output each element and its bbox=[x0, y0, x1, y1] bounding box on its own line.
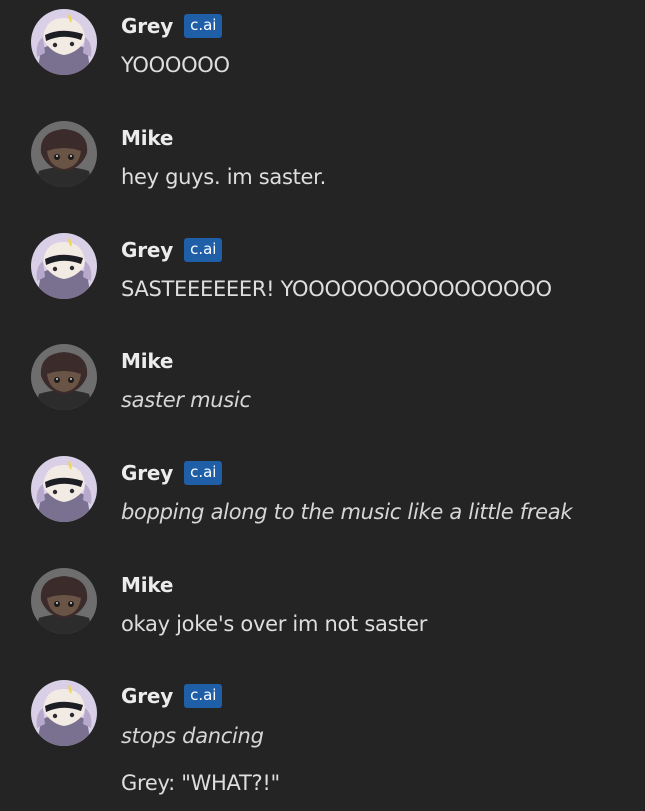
message-text: Grey: "WHAT?!" bbox=[121, 771, 280, 795]
message-text: stops dancing bbox=[121, 724, 264, 748]
mike-avatar-icon[interactable] bbox=[31, 344, 97, 410]
message-text: hey guys. im saster. bbox=[121, 165, 326, 189]
mike-avatar-icon[interactable] bbox=[31, 121, 97, 187]
message-text: SASTEEEEEER! YOOOOOOOOOOOOOOOO bbox=[121, 277, 552, 301]
cai-badge: c.ai bbox=[184, 684, 223, 708]
cai-badge: c.ai bbox=[184, 238, 223, 262]
grey-avatar-icon[interactable] bbox=[31, 233, 97, 299]
message-header: Grey c.ai bbox=[121, 461, 223, 485]
message-text: bopping along to the music like a little… bbox=[121, 500, 573, 524]
cai-badge: c.ai bbox=[184, 14, 223, 38]
author-name[interactable]: Mike bbox=[121, 126, 173, 150]
author-name[interactable]: Mike bbox=[121, 349, 173, 373]
grey-avatar-icon[interactable] bbox=[31, 9, 97, 75]
message-text: okay joke's over im not saster bbox=[121, 612, 428, 636]
grey-avatar-icon[interactable] bbox=[31, 680, 97, 746]
grey-avatar-icon[interactable] bbox=[31, 456, 97, 522]
message-header: Mike bbox=[121, 126, 173, 150]
message-header: Grey c.ai bbox=[121, 238, 223, 262]
cai-badge: c.ai bbox=[184, 461, 223, 485]
author-name[interactable]: Grey bbox=[121, 238, 173, 262]
message-header: Mike bbox=[121, 573, 173, 597]
message-header: Grey c.ai bbox=[121, 14, 223, 38]
message-text: YOOOOOO bbox=[121, 53, 230, 77]
message-header: Mike bbox=[121, 349, 173, 373]
message-header: Grey c.ai bbox=[121, 684, 223, 708]
author-name[interactable]: Mike bbox=[121, 573, 173, 597]
author-name[interactable]: Grey bbox=[121, 461, 173, 485]
message-text: saster music bbox=[121, 388, 251, 412]
author-name[interactable]: Grey bbox=[121, 684, 173, 708]
mike-avatar-icon[interactable] bbox=[31, 568, 97, 634]
author-name[interactable]: Grey bbox=[121, 14, 173, 38]
